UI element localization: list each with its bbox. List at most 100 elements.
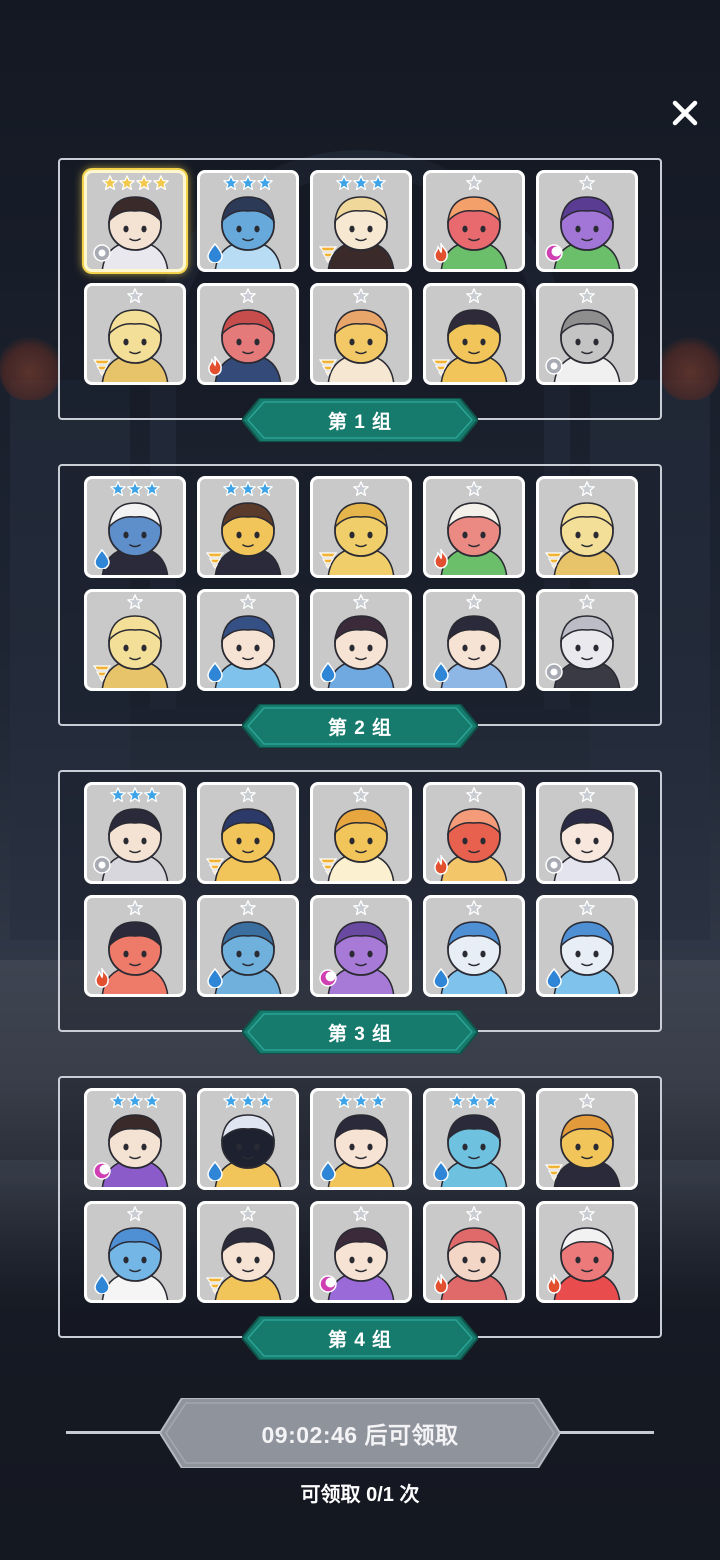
hero-card[interactable] bbox=[310, 895, 412, 997]
hero-card[interactable] bbox=[423, 170, 525, 272]
water-element-icon bbox=[207, 662, 223, 682]
hero-card[interactable] bbox=[197, 476, 299, 578]
star-rating bbox=[200, 481, 296, 497]
hero-card[interactable] bbox=[536, 589, 638, 691]
star-icon bbox=[579, 1206, 595, 1222]
earth-element-icon bbox=[544, 552, 564, 569]
star-icon bbox=[579, 594, 595, 610]
dark-element-icon bbox=[319, 969, 337, 987]
fire-element-icon bbox=[434, 549, 448, 569]
star-icon bbox=[466, 1206, 482, 1222]
hero-card[interactable] bbox=[84, 1201, 186, 1303]
star-icon bbox=[240, 1093, 256, 1109]
hero-card[interactable] bbox=[310, 782, 412, 884]
hero-card[interactable] bbox=[197, 895, 299, 997]
star-rating bbox=[200, 1206, 296, 1222]
hero-card[interactable] bbox=[536, 782, 638, 884]
hero-card[interactable] bbox=[84, 1088, 186, 1190]
star-icon bbox=[127, 481, 143, 497]
claim-button-label: 09:02:46 后可领取 bbox=[261, 1422, 459, 1448]
hero-card[interactable] bbox=[310, 283, 412, 385]
star-rating bbox=[87, 288, 183, 304]
hero-card[interactable] bbox=[84, 476, 186, 578]
earth-element-icon bbox=[92, 665, 112, 682]
star-icon bbox=[223, 1093, 239, 1109]
footer-divider-right bbox=[554, 1431, 654, 1434]
hero-card[interactable] bbox=[423, 589, 525, 691]
star-rating bbox=[426, 175, 522, 191]
claim-button[interactable]: 09:02:46 后可领取 bbox=[160, 1398, 560, 1468]
star-rating bbox=[200, 900, 296, 916]
light-element-icon bbox=[93, 856, 111, 874]
star-icon bbox=[466, 288, 482, 304]
hero-card[interactable] bbox=[197, 1088, 299, 1190]
hero-card[interactable] bbox=[310, 476, 412, 578]
star-icon bbox=[240, 481, 256, 497]
star-icon bbox=[353, 1206, 369, 1222]
earth-element-icon bbox=[92, 359, 112, 376]
star-rating bbox=[313, 175, 409, 191]
hero-card[interactable] bbox=[84, 283, 186, 385]
group-label: 第 3 组 bbox=[242, 1010, 478, 1054]
hero-card[interactable] bbox=[197, 782, 299, 884]
hero-card[interactable] bbox=[423, 1088, 525, 1190]
hero-card[interactable] bbox=[423, 1201, 525, 1303]
star-icon bbox=[466, 481, 482, 497]
star-rating bbox=[313, 787, 409, 803]
water-element-icon bbox=[546, 968, 562, 988]
hero-card[interactable] bbox=[310, 1201, 412, 1303]
hero-card[interactable] bbox=[536, 476, 638, 578]
hero-card[interactable] bbox=[197, 170, 299, 272]
hero-card[interactable] bbox=[84, 782, 186, 884]
star-rating bbox=[87, 481, 183, 497]
hero-card[interactable] bbox=[423, 895, 525, 997]
hero-card[interactable] bbox=[536, 1201, 638, 1303]
hero-card[interactable] bbox=[536, 895, 638, 997]
star-icon bbox=[579, 787, 595, 803]
star-rating bbox=[313, 481, 409, 497]
star-icon bbox=[370, 1093, 386, 1109]
star-icon bbox=[101, 175, 118, 191]
light-element-icon bbox=[93, 244, 111, 262]
star-rating bbox=[200, 175, 296, 191]
star-rating bbox=[426, 288, 522, 304]
hero-card[interactable] bbox=[423, 283, 525, 385]
water-element-icon bbox=[207, 968, 223, 988]
earth-element-icon bbox=[205, 858, 225, 875]
hero-card[interactable] bbox=[84, 589, 186, 691]
hero-card[interactable] bbox=[197, 283, 299, 385]
star-icon bbox=[110, 1093, 126, 1109]
star-icon bbox=[127, 1093, 143, 1109]
hero-card[interactable] bbox=[197, 589, 299, 691]
light-element-icon bbox=[545, 856, 563, 874]
star-icon bbox=[257, 1093, 273, 1109]
star-icon bbox=[240, 787, 256, 803]
water-element-icon bbox=[207, 243, 223, 263]
close-button[interactable] bbox=[664, 92, 706, 134]
hero-card[interactable] bbox=[423, 476, 525, 578]
earth-element-icon bbox=[431, 359, 451, 376]
group-label: 第 1 组 bbox=[242, 398, 478, 442]
hero-card[interactable] bbox=[423, 782, 525, 884]
star-rating bbox=[539, 1206, 635, 1222]
hero-card[interactable] bbox=[310, 1088, 412, 1190]
water-element-icon bbox=[207, 1161, 223, 1181]
star-icon bbox=[110, 787, 126, 803]
star-rating bbox=[200, 787, 296, 803]
hero-card[interactable] bbox=[310, 170, 412, 272]
hero-card[interactable] bbox=[536, 283, 638, 385]
hero-card[interactable] bbox=[197, 1201, 299, 1303]
hero-card[interactable] bbox=[536, 1088, 638, 1190]
star-rating bbox=[426, 1206, 522, 1222]
hero-card[interactable] bbox=[84, 170, 186, 272]
hero-card[interactable] bbox=[310, 589, 412, 691]
claim-count: 可领取 0/1 次 bbox=[300, 1484, 420, 1506]
hero-card[interactable] bbox=[536, 170, 638, 272]
star-icon bbox=[144, 787, 160, 803]
close-icon bbox=[672, 100, 698, 126]
star-icon bbox=[449, 1093, 465, 1109]
fire-element-icon bbox=[434, 1274, 448, 1294]
fire-element-icon bbox=[547, 1274, 561, 1294]
hero-card[interactable] bbox=[84, 895, 186, 997]
light-element-icon bbox=[545, 663, 563, 681]
